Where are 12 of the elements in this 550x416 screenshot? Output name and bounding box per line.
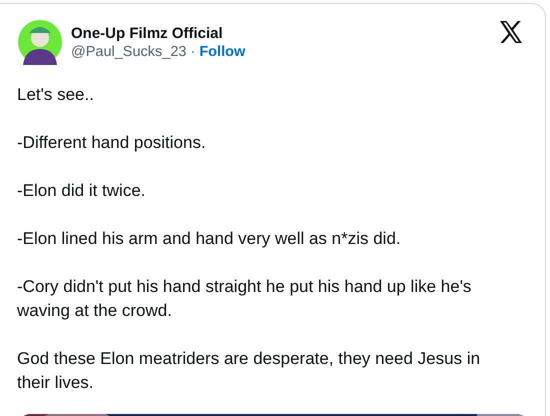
separator: · — [190, 44, 196, 60]
avatar-icon — [17, 19, 63, 65]
x-logo-icon[interactable] — [499, 21, 523, 43]
tweet-paragraph: -Elon lined his arm and hand very well as n*zis did. — [17, 228, 402, 250]
tweet-paragraph: Let's see.. — [17, 84, 95, 106]
author-handle: @Paul_Sucks_23 — [71, 44, 186, 60]
follow-link[interactable]: Follow — [199, 44, 246, 60]
author-name: One-Up Filmz Official — [71, 24, 224, 42]
tweet-paragraph: -Cory didn't put his hand straight he put his hand up like he's waving at the crowd. — [17, 276, 472, 322]
tweet-paragraph: God these Elon meatriders are desperate, they need Jesus in their lives. — [17, 348, 482, 394]
tweet-paragraph: -Different hand positions. — [17, 132, 207, 154]
tweet-paragraph: -Elon did it twice. — [17, 180, 146, 202]
